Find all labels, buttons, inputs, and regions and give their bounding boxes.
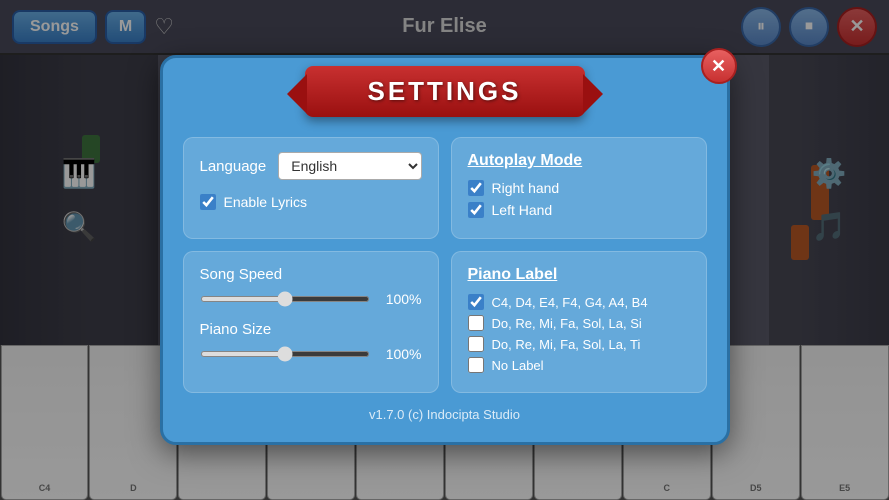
- piano-label-text-2: Do, Re, Mi, Fa, Sol, La, Ti: [492, 337, 641, 352]
- left-hand-label: Left Hand: [492, 202, 553, 218]
- autoplay-section: Autoplay Mode Right hand Left Hand: [451, 137, 707, 239]
- piano-size-value: 100%: [380, 346, 422, 362]
- piano-size-slider[interactable]: [200, 351, 370, 357]
- settings-banner: SETTINGS: [305, 66, 585, 117]
- piano-label-option-3: No Label: [468, 357, 690, 373]
- left-hand-checkbox[interactable]: [468, 202, 484, 218]
- piano-label-check-2[interactable]: [468, 336, 484, 352]
- version-text: v1.7.0 (c) Indocipta Studio: [183, 407, 707, 422]
- piano-label-title: Piano Label: [468, 266, 690, 284]
- language-section: Language English Spanish French Enable L…: [183, 137, 439, 239]
- right-hand-label: Right hand: [492, 180, 560, 196]
- autoplay-title: Autoplay Mode: [468, 152, 690, 170]
- piano-label-section: Piano Label C4, D4, E4, F4, G4, A4, B4 D…: [451, 251, 707, 393]
- language-row: Language English Spanish French: [200, 152, 422, 180]
- autoplay-left-hand: Left Hand: [468, 202, 690, 218]
- speed-size-section: Song Speed 100% Piano Size 100%: [183, 251, 439, 393]
- autoplay-right-hand: Right hand: [468, 180, 690, 196]
- settings-modal: ✕ SETTINGS Language English Spanish Fren…: [160, 55, 730, 445]
- piano-label-text-3: No Label: [492, 358, 544, 373]
- piano-size-row: 100%: [200, 346, 422, 362]
- language-select[interactable]: English Spanish French: [278, 152, 421, 180]
- settings-title: SETTINGS: [367, 76, 521, 106]
- right-hand-checkbox[interactable]: [468, 180, 484, 196]
- song-speed-row: 100%: [200, 291, 422, 307]
- song-speed-slider[interactable]: [200, 296, 370, 302]
- modal-close-button[interactable]: ✕: [701, 48, 737, 84]
- enable-lyrics-row: Enable Lyrics: [200, 194, 422, 210]
- piano-label-option-1: Do, Re, Mi, Fa, Sol, La, Si: [468, 315, 690, 331]
- piano-label-check-1[interactable]: [468, 315, 484, 331]
- song-speed-value: 100%: [380, 291, 422, 307]
- modal-overlay: ✕ SETTINGS Language English Spanish Fren…: [0, 0, 889, 500]
- enable-lyrics-checkbox[interactable]: [200, 194, 216, 210]
- song-speed-label: Song Speed: [200, 266, 422, 283]
- piano-label-text-0: C4, D4, E4, F4, G4, A4, B4: [492, 295, 648, 310]
- piano-label-check-3[interactable]: [468, 357, 484, 373]
- piano-label-option-2: Do, Re, Mi, Fa, Sol, La, Ti: [468, 336, 690, 352]
- piano-label-check-0[interactable]: [468, 294, 484, 310]
- piano-label-text-1: Do, Re, Mi, Fa, Sol, La, Si: [492, 316, 642, 331]
- modal-content: Language English Spanish French Enable L…: [183, 137, 707, 393]
- piano-size-label: Piano Size: [200, 321, 422, 338]
- enable-lyrics-label: Enable Lyrics: [224, 194, 308, 210]
- piano-label-option-0: C4, D4, E4, F4, G4, A4, B4: [468, 294, 690, 310]
- language-label: Language: [200, 158, 267, 175]
